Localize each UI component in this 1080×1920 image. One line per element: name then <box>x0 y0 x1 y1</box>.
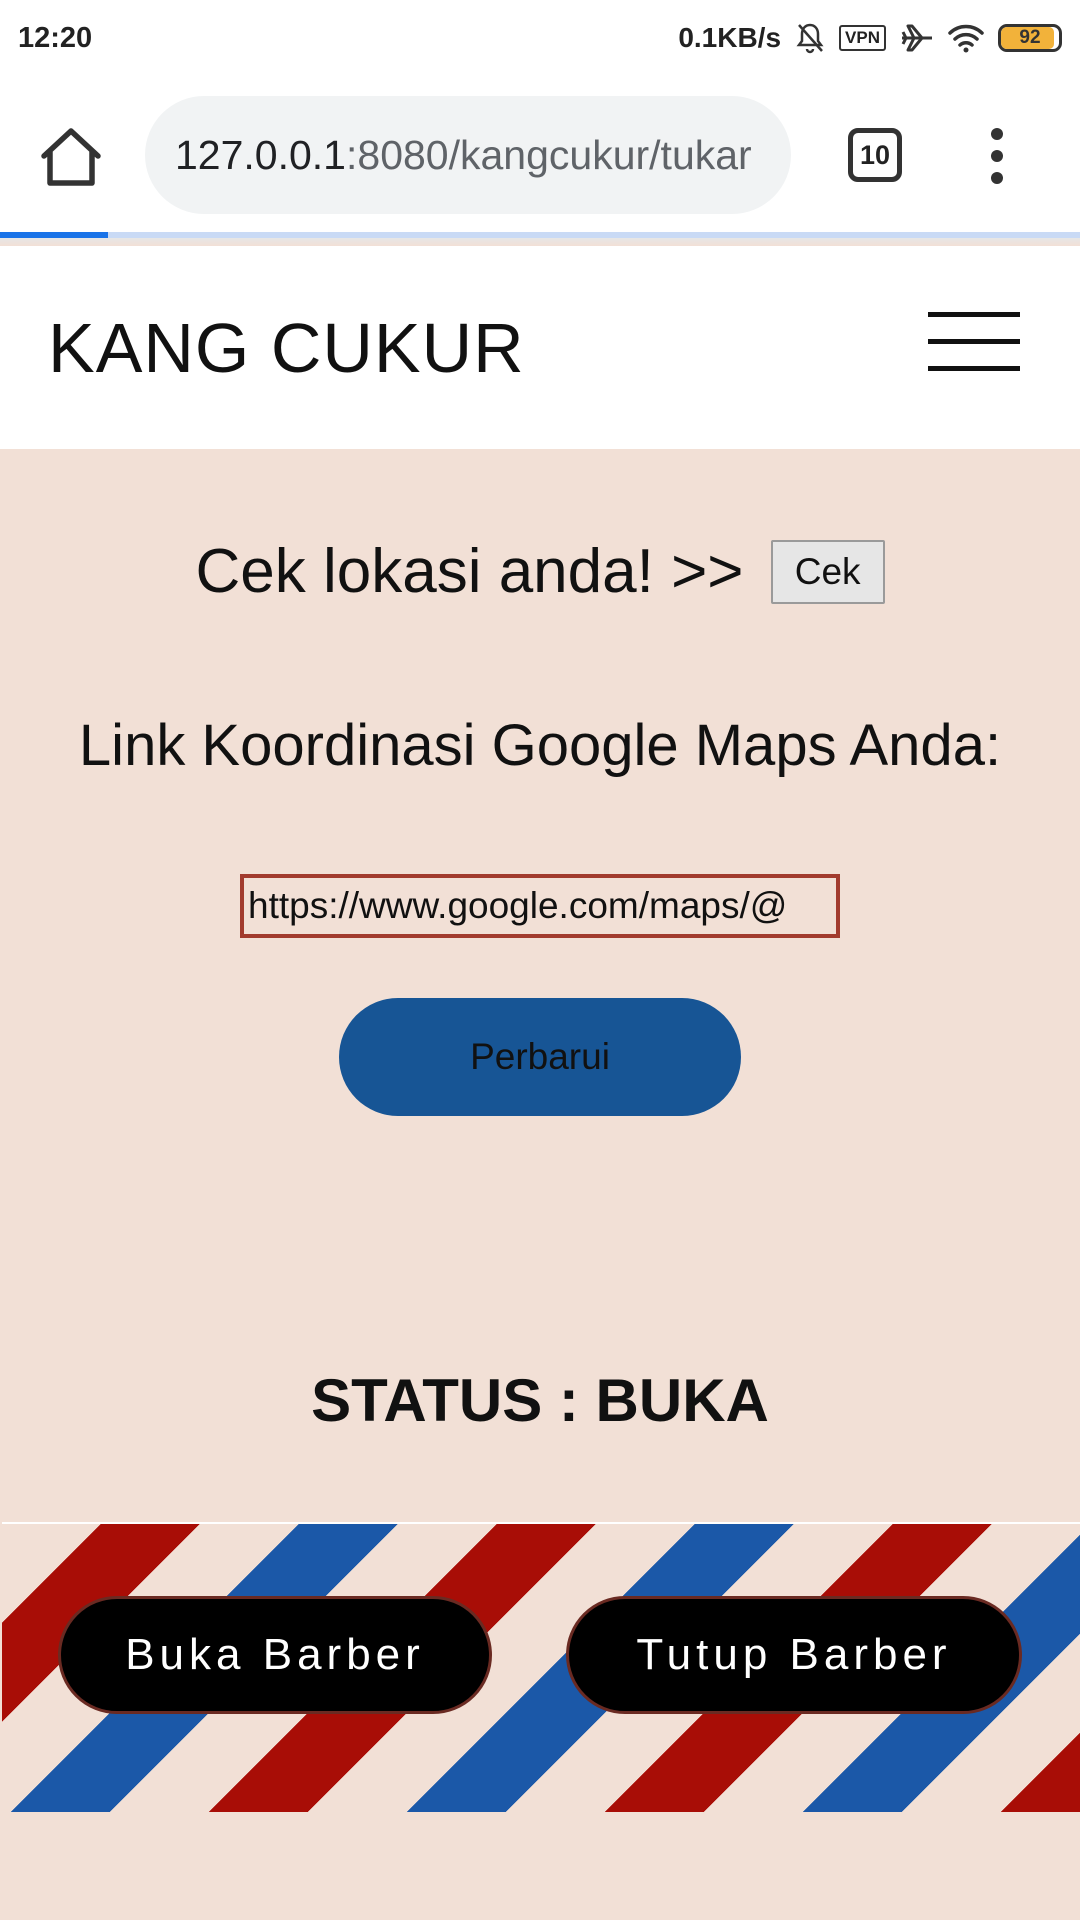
tutup-barber-label: Tutup Barber <box>636 1630 952 1679</box>
barber-status: STATUS : BUKA <box>311 1367 769 1434</box>
cek-button[interactable]: Cek <box>770 539 885 604</box>
maps-link-heading: Link Koordinasi Google Maps Anda: <box>78 713 1002 778</box>
network-speed: 0.1KB/s <box>678 22 782 53</box>
status-icons: 0.1KB/s VPN 92 <box>678 22 1062 54</box>
location-check-prompt: Cek lokasi anda! >> <box>195 537 744 606</box>
url-host: 127.0.0.1 <box>175 131 346 178</box>
perbarui-button-label: Perbarui <box>470 1036 610 1077</box>
url-path: :8080/kangcukur/tukar <box>346 131 752 178</box>
perbarui-button[interactable]: Perbarui <box>339 998 741 1116</box>
tab-switcher-button[interactable]: 10 <box>848 128 902 182</box>
battery-icon: 92 <box>998 24 1062 52</box>
battery-level: 92 <box>1019 27 1041 48</box>
site-title[interactable]: KANG CUKUR <box>48 308 525 388</box>
hamburger-menu-button[interactable] <box>928 312 1020 371</box>
airplane-icon <box>900 22 934 54</box>
menu-icon <box>928 312 1020 317</box>
maps-link-input[interactable] <box>240 874 840 938</box>
status-bar: 12:20 0.1KB/s VPN 92 <box>0 0 1080 76</box>
browser-menu-button[interactable] <box>982 128 1012 184</box>
more-vert-icon <box>991 128 1003 140</box>
vpn-icon: VPN <box>839 25 886 51</box>
location-check-row: Cek lokasi anda! >> Cek <box>0 536 1080 608</box>
browser-toolbar: 127.0.0.1:8080/kangcukur/tukar 10 <box>0 76 1080 234</box>
site-header: KANG CUKUR <box>0 246 1080 449</box>
home-icon <box>41 128 101 186</box>
toolbar-shadow <box>0 238 1080 246</box>
home-button[interactable] <box>38 126 104 188</box>
bell-muted-icon <box>795 22 825 54</box>
wifi-icon <box>948 23 984 53</box>
tab-count: 10 <box>859 139 891 170</box>
buka-barber-label: Buka Barber <box>125 1630 425 1679</box>
address-bar[interactable]: 127.0.0.1:8080/kangcukur/tukar <box>145 96 791 214</box>
buka-barber-button[interactable]: Buka Barber <box>58 1596 492 1714</box>
status-time: 12:20 <box>18 21 93 54</box>
tutup-barber-button[interactable]: Tutup Barber <box>566 1596 1022 1714</box>
